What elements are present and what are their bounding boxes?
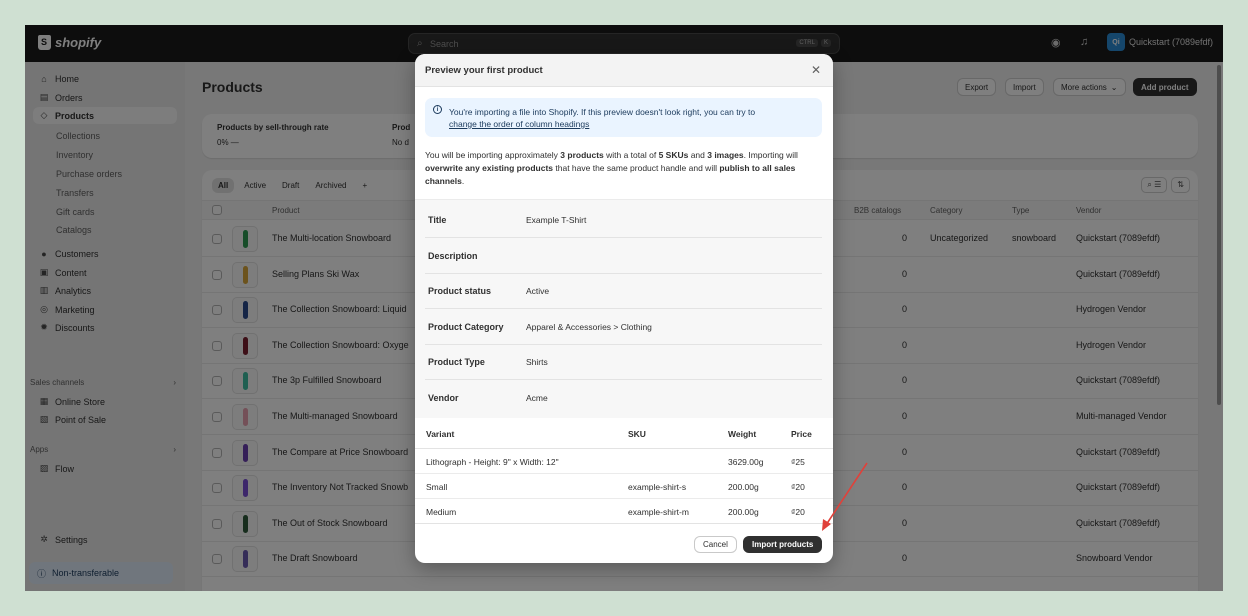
annotation-arrow bbox=[822, 462, 868, 531]
shopify-admin-window: shopify ⌕ Search CTRL K ◉ ♫ Qi Quickstar… bbox=[25, 25, 1223, 591]
arrow-line bbox=[825, 462, 868, 526]
